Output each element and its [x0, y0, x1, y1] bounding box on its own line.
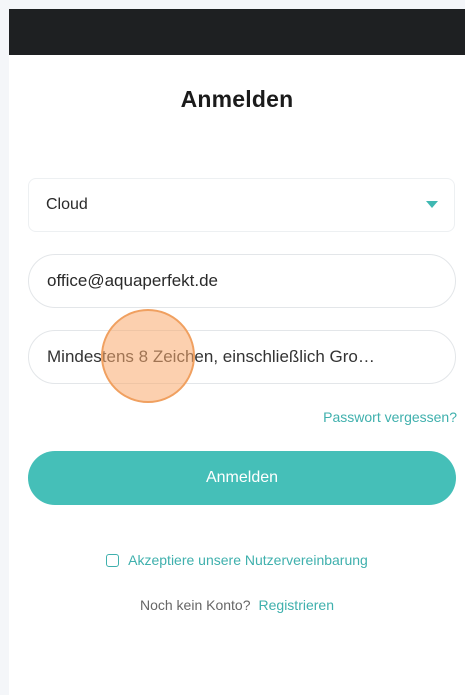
password-field[interactable]: [28, 330, 456, 384]
forgot-password-link[interactable]: Passwort vergessen?: [323, 409, 457, 425]
server-select[interactable]: Cloud: [28, 178, 455, 232]
agreement-label[interactable]: Akzeptiere unsere Nutzervereinbarung: [128, 552, 368, 568]
agreement-row: Akzeptiere unsere Nutzervereinbarung: [9, 552, 465, 568]
register-row: Noch kein Konto? Registrieren: [9, 597, 465, 613]
top-bar: [9, 9, 465, 55]
register-link[interactable]: Registrieren: [259, 597, 334, 613]
server-select-value: Cloud: [46, 196, 88, 213]
chevron-down-icon: [426, 201, 438, 208]
page-title: Anmelden: [180, 86, 294, 112]
agreement-checkbox[interactable]: [106, 553, 120, 567]
email-field[interactable]: [28, 254, 456, 308]
login-button[interactable]: Anmelden: [28, 451, 456, 505]
no-account-text: Noch kein Konto?: [139, 597, 251, 613]
